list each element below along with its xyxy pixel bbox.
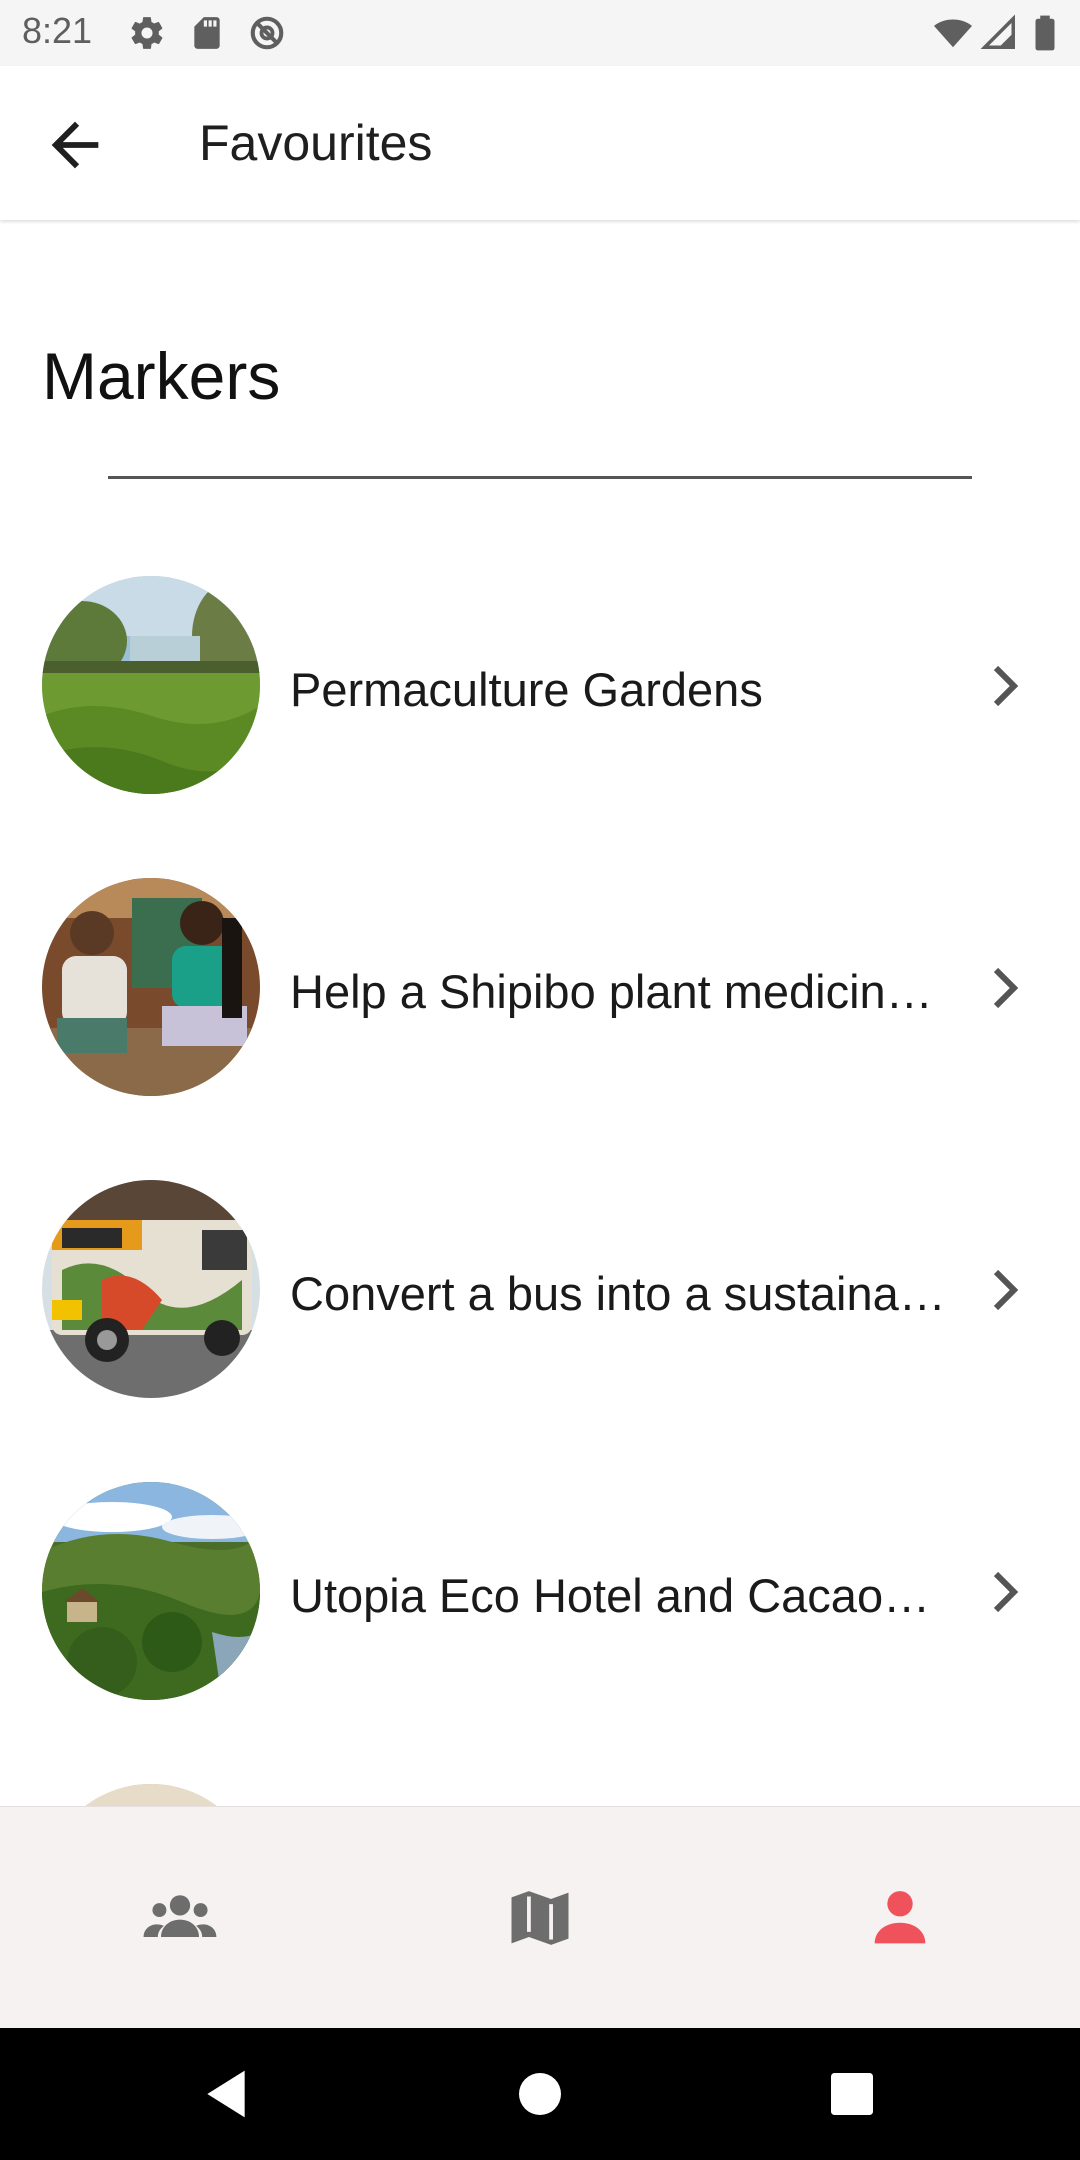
page-title: Favourites	[199, 115, 433, 171]
map-icon	[511, 1891, 569, 1945]
bottom-navigation	[0, 1806, 1080, 2029]
chevron-right-icon	[993, 1571, 1019, 1613]
person-icon	[874, 1891, 926, 1944]
jungle-photo	[42, 1482, 260, 1700]
people-icon	[143, 1895, 217, 1937]
arrow-back-icon[interactable]	[40, 110, 110, 180]
section-title: Markers	[42, 339, 281, 413]
marker-label: Convert a bus into a sustaina…	[290, 1267, 946, 1320]
chevron-right-icon	[993, 967, 1019, 1009]
nav-community[interactable]	[0, 1807, 360, 2029]
marker-thumbnail	[42, 576, 260, 794]
marker-row[interactable]: Help a Shipibo plant medicin…	[0, 878, 1080, 1098]
chevron-right-icon	[993, 665, 1019, 707]
marker-row[interactable]: Utopia Eco Hotel and Cacao…	[0, 1482, 1080, 1702]
no-sync-icon	[250, 16, 284, 50]
settings-icon	[131, 17, 163, 49]
marker-label: Help a Shipibo plant medicin…	[290, 965, 933, 1018]
garden-photo	[42, 576, 260, 794]
app-bar: Favourites	[0, 66, 1080, 220]
status-time: 8:21	[22, 10, 93, 51]
marker-label: Utopia Eco Hotel and Cacao…	[290, 1569, 931, 1622]
home-circle-icon[interactable]	[512, 2066, 568, 2122]
marker-label: Permaculture Gardens	[290, 663, 763, 716]
marker-thumbnail	[42, 878, 260, 1096]
bus-photo	[42, 1180, 260, 1398]
marker-row[interactable]: Convert a bus into a sustaina…	[0, 1180, 1080, 1400]
people-photo	[42, 878, 260, 1096]
status-bar: 8:21	[0, 0, 1080, 66]
signal-icon	[980, 14, 1015, 49]
system-navigation-bar	[0, 2028, 1080, 2160]
back-triangle-icon[interactable]	[198, 2066, 254, 2122]
nav-map[interactable]	[360, 1807, 720, 2029]
marker-row[interactable]: Permaculture Gardens	[0, 576, 1080, 796]
section-divider	[108, 476, 972, 479]
battery-icon	[1035, 15, 1055, 51]
marker-thumbnail	[42, 1482, 260, 1700]
recents-square-icon[interactable]	[824, 2066, 880, 2122]
marker-thumbnail	[42, 1180, 260, 1398]
nav-profile[interactable]	[720, 1807, 1080, 2029]
sd-card-icon	[194, 17, 220, 49]
wifi-icon	[934, 19, 972, 48]
chevron-right-icon	[993, 1269, 1019, 1311]
